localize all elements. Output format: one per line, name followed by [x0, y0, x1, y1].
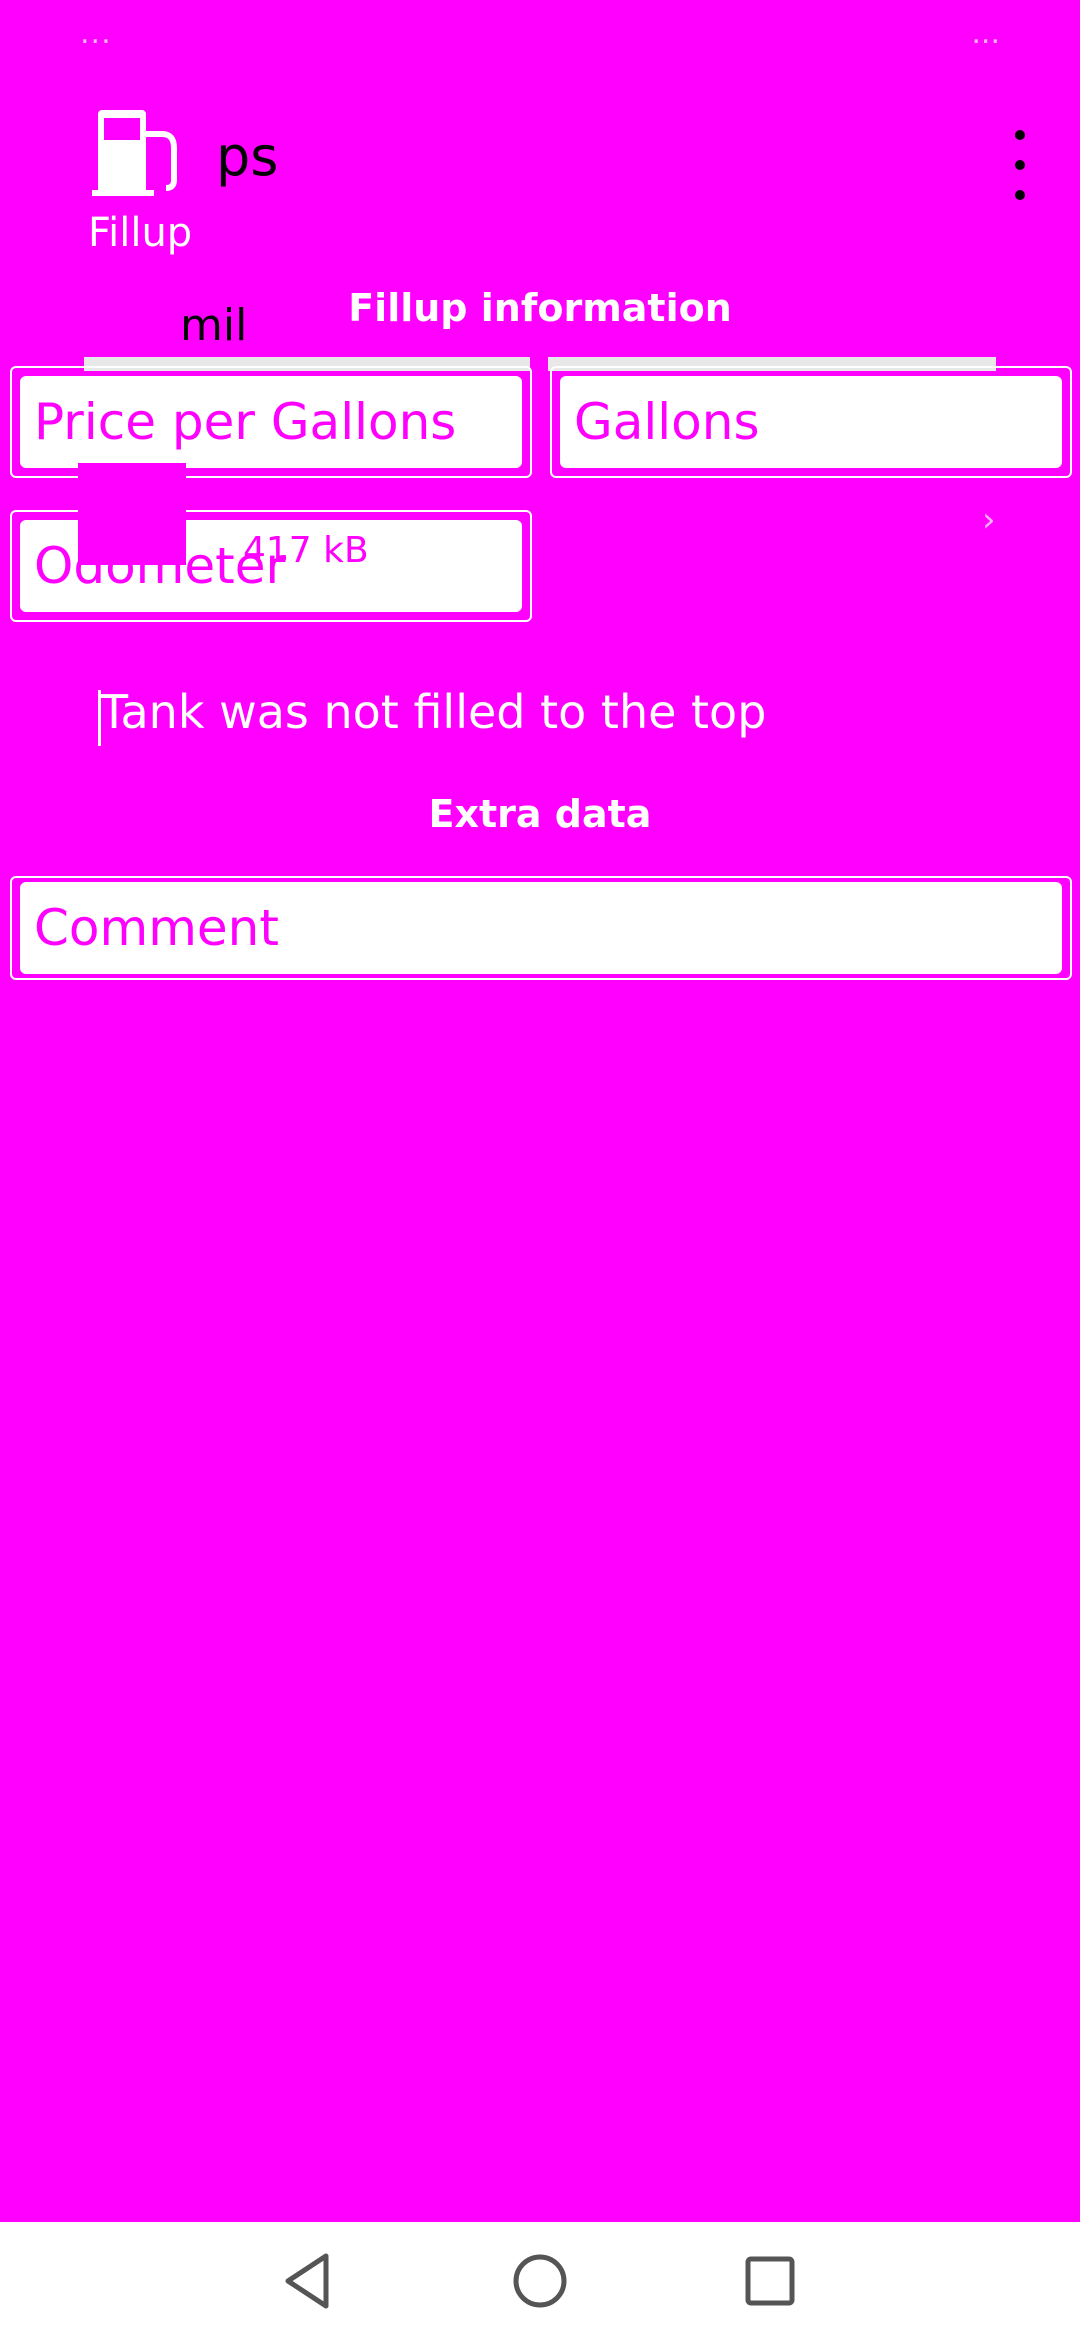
- status-right-text: ...: [971, 16, 1000, 51]
- app-title: ps: [216, 125, 279, 188]
- tank-not-full-label[interactable]: Tank was not filled to the top: [100, 685, 766, 739]
- section-header-extra-data: Extra data: [428, 792, 652, 836]
- back-icon[interactable]: [274, 2246, 344, 2316]
- price-per-gallons-field[interactable]: Price per Gallons: [20, 376, 522, 468]
- recents-icon[interactable]: [735, 2246, 805, 2316]
- fuel-pump-icon[interactable]: [92, 104, 188, 200]
- ghost-block: [78, 463, 186, 565]
- gallons-field[interactable]: Gallons: [560, 376, 1062, 468]
- comment-field[interactable]: Comment: [20, 882, 1062, 974]
- status-left-text: ...: [80, 16, 112, 51]
- navigation-bar: [0, 2222, 1080, 2340]
- home-icon[interactable]: [505, 2246, 575, 2316]
- fillup-label: Fillup: [88, 210, 193, 256]
- chevron-right-icon: ›: [982, 500, 996, 540]
- section-header-fillup-information: Fillup information: [348, 286, 732, 330]
- ghost-size-text: 417 kB: [243, 530, 369, 571]
- more-vert-icon[interactable]: [1000, 130, 1040, 200]
- status-bar: ... ...: [0, 0, 1080, 72]
- fillup-screen: ... ... ps Fillup mil Fillup information…: [0, 0, 1080, 2340]
